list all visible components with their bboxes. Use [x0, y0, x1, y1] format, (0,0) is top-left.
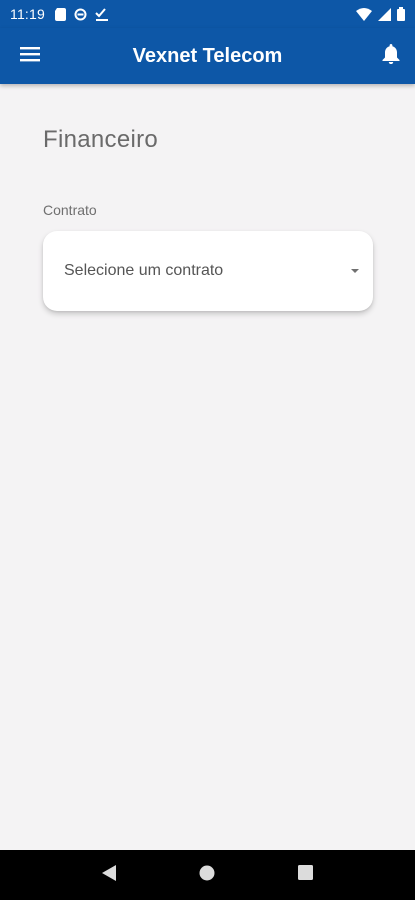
battery-icon: [397, 7, 405, 21]
contract-select-placeholder: Selecione um contrato: [64, 262, 224, 279]
data-saver-icon: [74, 8, 87, 21]
sim-card-icon: [55, 7, 66, 21]
contract-label: Contrato: [43, 202, 97, 218]
menu-button[interactable]: [16, 42, 44, 70]
system-nav-bar: [0, 850, 415, 900]
recents-square-icon: [298, 865, 314, 885]
app-title: Vexnet Telecom: [132, 45, 283, 67]
caret-down-icon: [351, 269, 359, 273]
back-triangle-icon: [101, 864, 117, 887]
signal-icon: [378, 7, 391, 21]
hamburger-menu-icon: [20, 46, 40, 67]
notifications-button[interactable]: [377, 42, 405, 70]
app-bar: Vexnet Telecom: [0, 28, 415, 84]
financeiro-page: Financeiro Contrato Selecione um contrat…: [0, 84, 415, 850]
home-circle-icon: [199, 865, 215, 886]
bell-icon: [382, 43, 400, 69]
contract-select[interactable]: Selecione um contrato: [43, 231, 373, 311]
wifi-icon: [356, 7, 372, 21]
page-title: Financeiro: [43, 126, 159, 153]
status-right: [350, 7, 405, 21]
checklist-icon: [95, 7, 109, 21]
status-time: 11:19: [10, 6, 45, 22]
nav-back-button[interactable]: [94, 860, 124, 890]
nav-recents-button[interactable]: [291, 860, 321, 890]
status-left: 11:19: [10, 6, 117, 22]
nav-home-button[interactable]: [192, 860, 222, 890]
status-bar: 11:19: [0, 0, 415, 28]
